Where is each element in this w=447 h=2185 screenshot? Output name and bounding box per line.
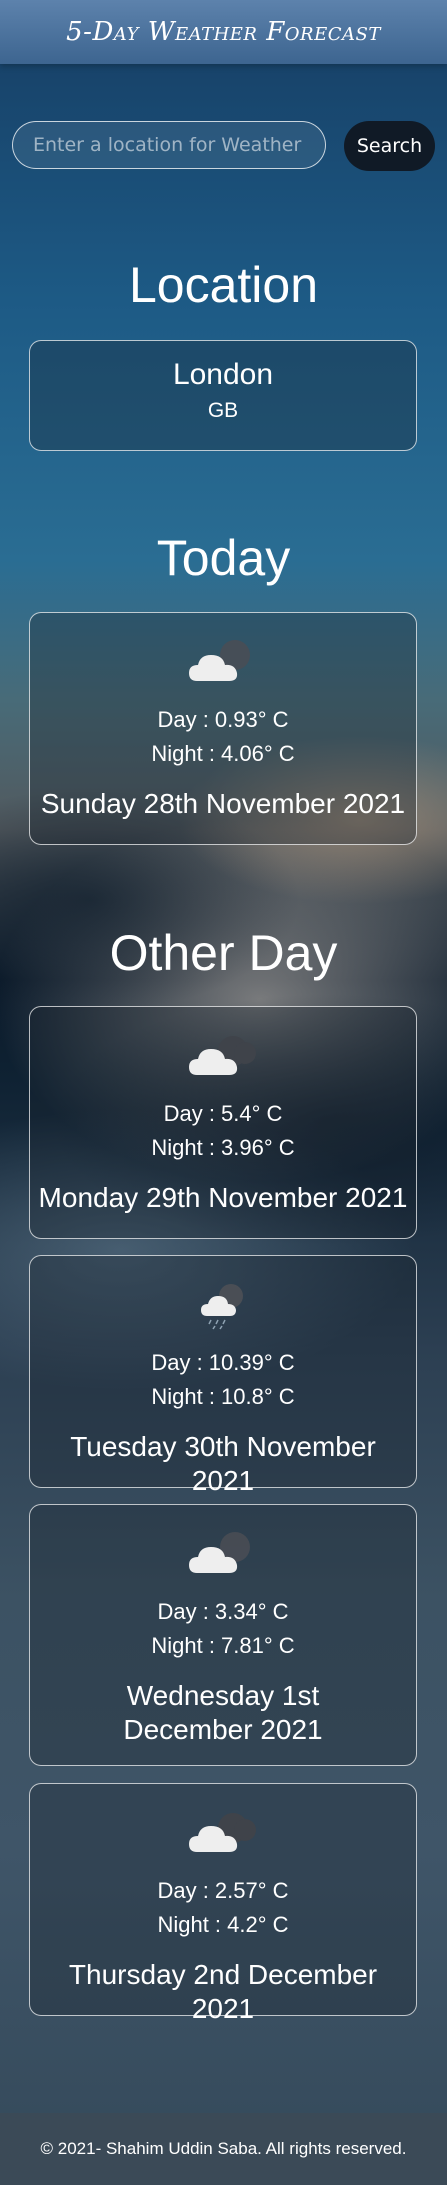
footer: © 2021- Shahim Uddin Saba. All rights re… (0, 2113, 447, 2185)
forecast-day-temp: Day : 10.39° C (151, 1350, 295, 1375)
forecast-date: Thursday 2nd December 2021 (68, 1959, 378, 2024)
cloudy-icon (189, 1813, 256, 1852)
forecast-day-temp: Day : 5.4° C (163, 1101, 283, 1126)
top-bar: 5-Day Weather Forecast (0, 0, 447, 64)
today-date: Sunday 28th November 2021 (40, 788, 406, 819)
location-card: London GB (29, 340, 417, 451)
today-day-temp: Day : 0.93° C (157, 707, 289, 732)
search-button[interactable]: Search (344, 121, 435, 171)
cloudy-icon (189, 1036, 256, 1075)
forecast-card: Day : 5.4° C Night : 3.96° C Monday 29th… (29, 1006, 417, 1239)
forecast-night-temp: Night : 4.2° C (157, 1912, 289, 1937)
rain-cloud-icon (201, 1284, 243, 1330)
search-input[interactable] (12, 121, 326, 169)
today-night-temp: Night : 4.06° C (151, 741, 295, 766)
today-card: Day : 0.93° C Night : 4.06° C Sunday 28t… (29, 612, 417, 845)
forecast-day-temp: Day : 2.57° C (157, 1878, 289, 1903)
location-city: London (172, 358, 274, 391)
location-country: GB (207, 399, 239, 422)
forecast-date: Tuesday 30th November 2021 (70, 1431, 376, 1496)
search-bar: Search (12, 121, 435, 173)
today-heading: Today (156, 530, 291, 586)
forecast-date: Wednesday 1st December 2021 (123, 1680, 323, 1745)
copyright-text: © 2021- Shahim Uddin Saba. All rights re… (40, 2139, 407, 2158)
forecast-night-temp: Night : 10.8° C (151, 1384, 295, 1409)
app-title: 5-Day Weather Forecast (66, 17, 381, 47)
cloudy-icon (189, 1532, 250, 1573)
forecast-night-temp: Night : 7.81° C (151, 1633, 295, 1658)
forecast-date: Monday 29th November 2021 (38, 1182, 408, 1213)
forecast-night-temp: Night : 3.96° C (151, 1135, 295, 1160)
forecast-card: Day : 2.57° C Night : 4.2° C Thursday 2n… (29, 1783, 417, 2024)
forecast-card: Day : 10.39° C Night : 10.8° C Tuesday 3… (29, 1255, 417, 1496)
forecast-card: Day : 3.34° C Night : 7.81° C Wednesday … (29, 1504, 417, 1766)
cloudy-icon (189, 640, 250, 681)
location-heading: Location (128, 257, 319, 313)
other-day-heading: Other Day (109, 925, 338, 981)
forecast-day-temp: Day : 3.34° C (157, 1599, 289, 1624)
